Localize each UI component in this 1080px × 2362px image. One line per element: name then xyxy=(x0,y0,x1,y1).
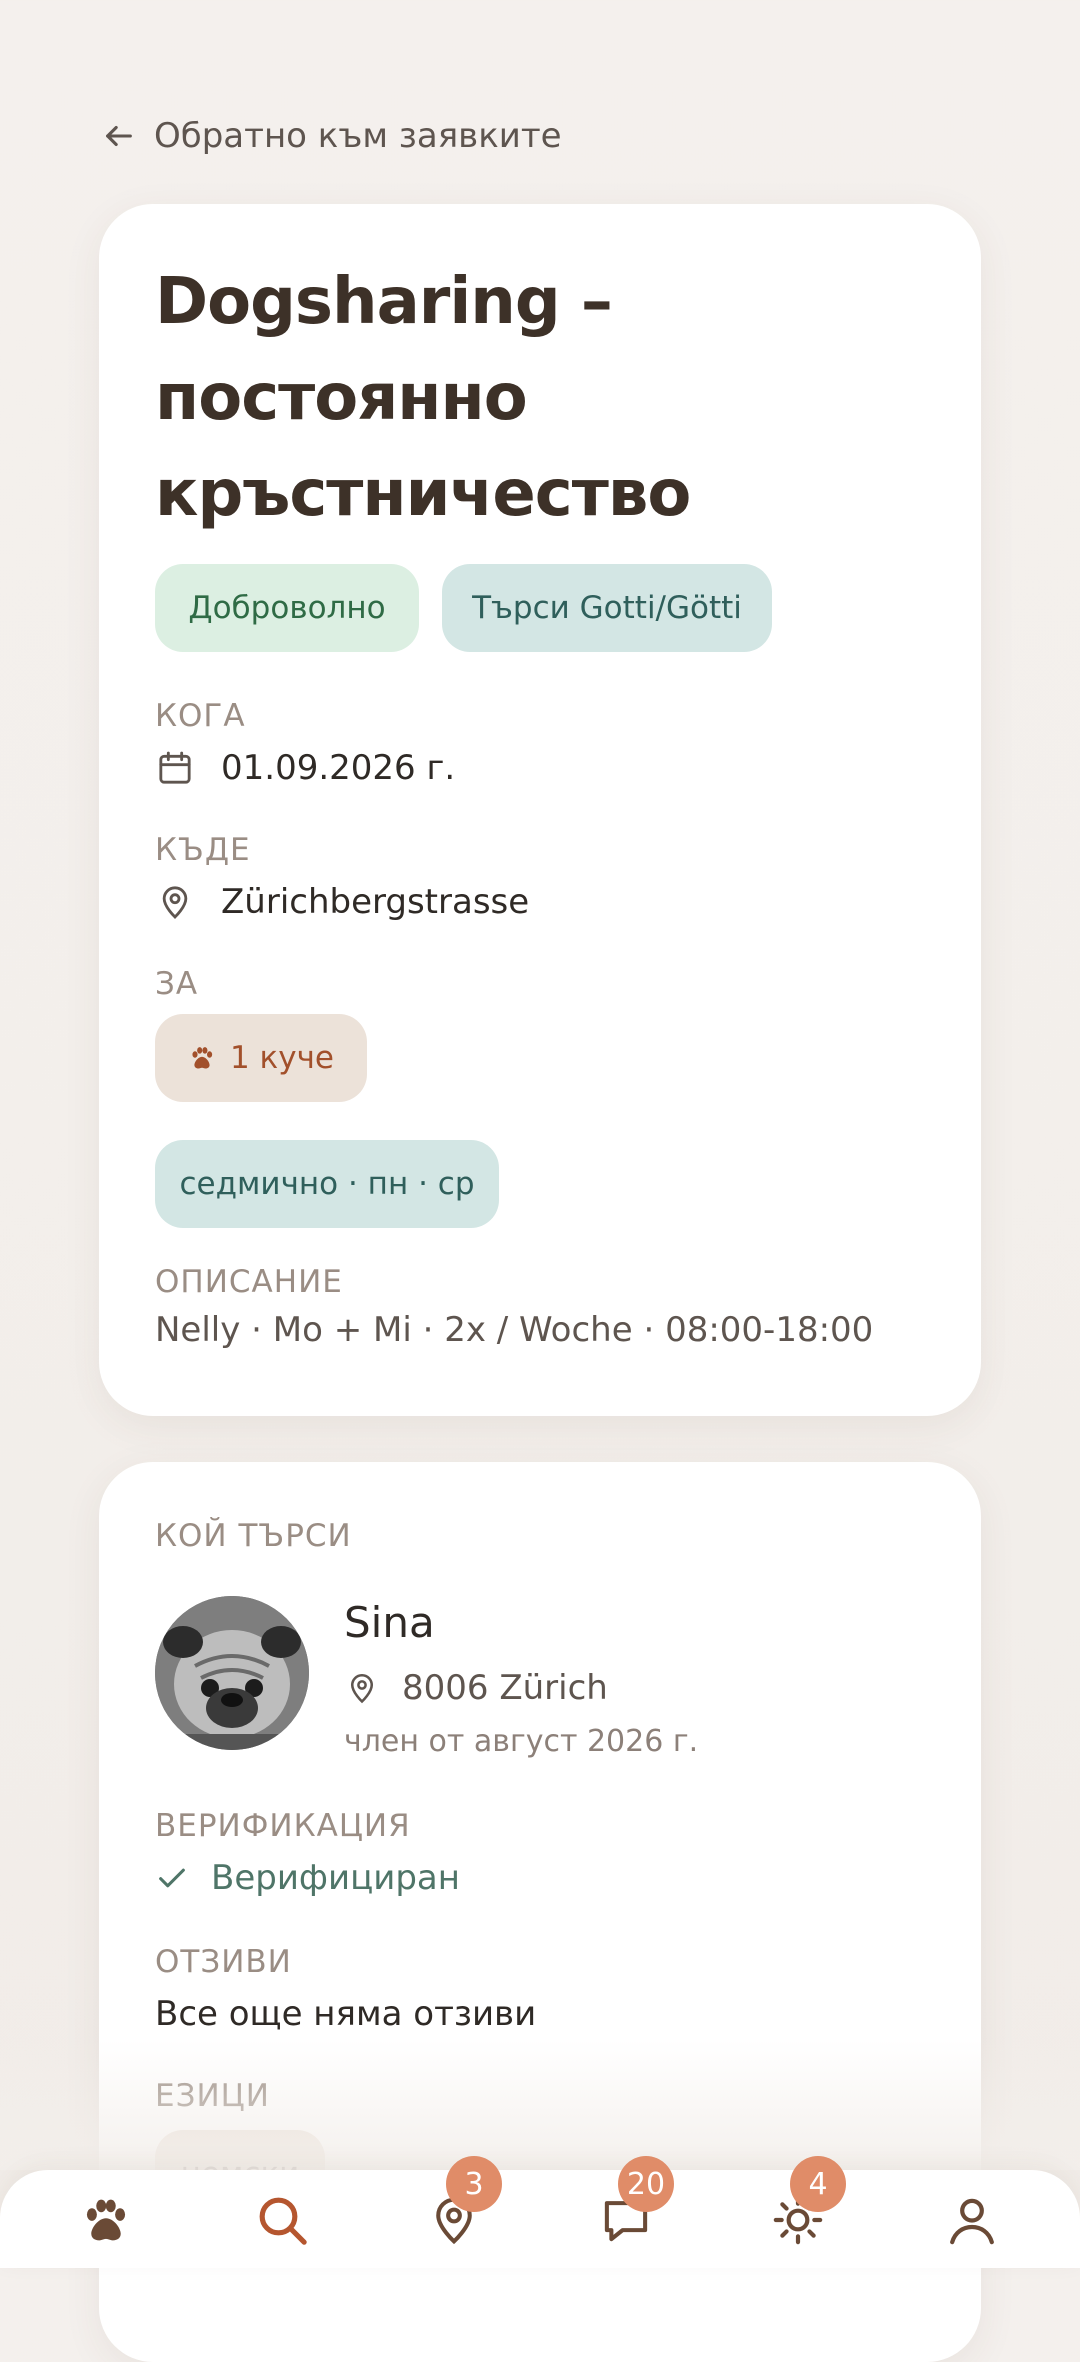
nav-activity-badge: 4 xyxy=(790,2156,846,2212)
paw-icon xyxy=(188,1044,216,1072)
check-icon xyxy=(155,1861,189,1895)
map-pin-icon xyxy=(155,882,195,922)
tag-volunteer: Доброволно xyxy=(155,564,419,652)
languages-label: ЕЗИЦИ xyxy=(155,2078,270,2114)
nav-activity[interactable]: 4 xyxy=(768,2156,846,2250)
requester-label: КОЙ ТЪРСИ xyxy=(155,1518,352,1554)
profile-icon xyxy=(944,2192,1000,2248)
nav-messages[interactable]: 20 xyxy=(596,2156,674,2250)
bottom-nav: 3 20 4 xyxy=(0,2156,1080,2268)
nav-paw[interactable] xyxy=(76,2190,136,2250)
tag-seeks-gotti: Търси Gotti/Götti xyxy=(442,564,772,652)
back-link[interactable]: Обратно към заявките xyxy=(102,112,562,160)
reviews-label: ОТЗИВИ xyxy=(155,1944,292,1980)
schedule-chip: седмично · пн · ср xyxy=(155,1140,499,1228)
description-text: Nelly · Mo + Mi · 2x / Woche · 08:00-18:… xyxy=(155,1310,874,1350)
nav-profile[interactable] xyxy=(942,2190,1002,2250)
request-card: Dogsharing – постоянно кръстничество Доб… xyxy=(99,204,981,1416)
verification-status-text: Верифициран xyxy=(211,1858,460,1898)
requester-location: 8006 Zürich xyxy=(402,1668,608,1708)
request-title: Dogsharing – постоянно кръстничество xyxy=(155,265,691,531)
arrow-left-icon xyxy=(102,119,136,153)
nav-map-badge: 3 xyxy=(446,2156,502,2212)
verification-label: ВЕРИФИКАЦИЯ xyxy=(155,1808,411,1844)
back-link-label: Обратно към заявките xyxy=(154,116,562,156)
pet-count-label: 1 куче xyxy=(229,1040,335,1076)
map-pin-icon xyxy=(344,1670,380,1706)
nav-messages-badge: 20 xyxy=(618,2156,674,2212)
pet-count-chip: 1 куче xyxy=(155,1014,367,1102)
where-value: Zürichbergstrasse xyxy=(221,882,530,922)
requester-location-row: 8006 Zürich xyxy=(344,1668,608,1708)
where-label: КЪДЕ xyxy=(155,832,251,868)
member-since: член от август 2026 г. xyxy=(344,1724,699,1759)
when-value: 01.09.2026 г. xyxy=(221,748,456,788)
where-row: Zürichbergstrasse xyxy=(155,882,529,922)
nav-search[interactable] xyxy=(252,2190,312,2250)
reviews-text: Все още няма отзиви xyxy=(155,1994,537,2034)
paw-icon xyxy=(80,2194,132,2246)
calendar-icon xyxy=(155,748,195,788)
avatar[interactable] xyxy=(155,1596,309,1750)
when-label: КОГА xyxy=(155,698,246,734)
requester-name: Sina xyxy=(344,1598,435,1647)
when-row: 01.09.2026 г. xyxy=(155,748,455,788)
description-label: ОПИСАНИЕ xyxy=(155,1264,343,1300)
for-label: ЗА xyxy=(155,966,199,1002)
verification-status: Верифициран xyxy=(155,1858,460,1898)
search-icon xyxy=(254,2192,310,2248)
nav-map[interactable]: 3 xyxy=(424,2156,502,2250)
